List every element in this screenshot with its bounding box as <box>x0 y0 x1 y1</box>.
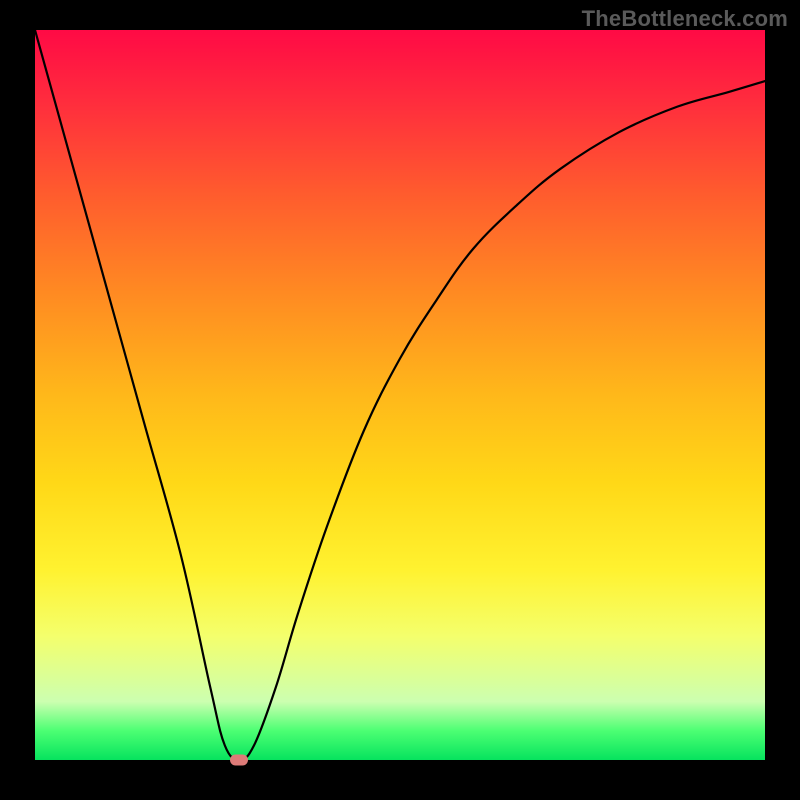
minimum-marker <box>230 755 248 766</box>
bottleneck-curve-path <box>35 30 765 760</box>
watermark-text: TheBottleneck.com <box>582 6 788 32</box>
chart-frame: TheBottleneck.com <box>0 0 800 800</box>
plot-area <box>35 30 765 760</box>
curve-svg <box>35 30 765 760</box>
